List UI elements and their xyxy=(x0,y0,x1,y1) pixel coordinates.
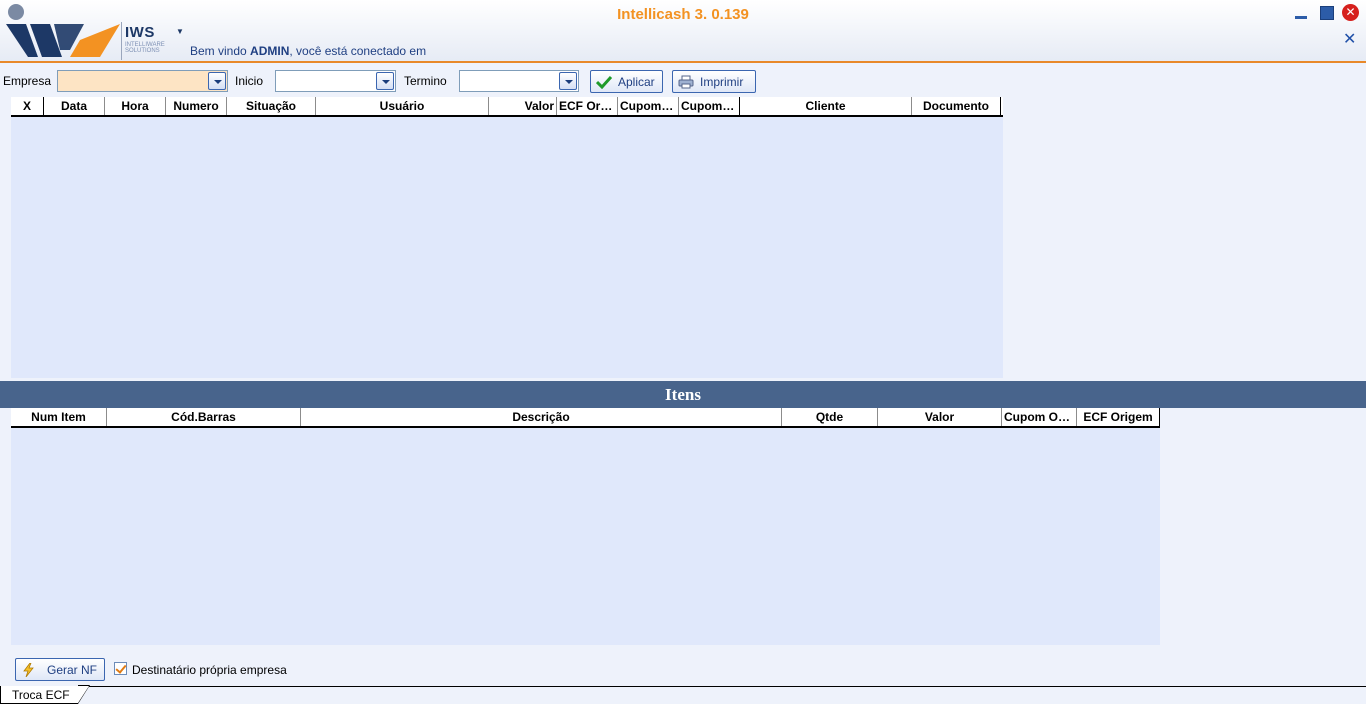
chevron-down-icon[interactable] xyxy=(559,72,577,90)
welcome-prefix: Bem vindo xyxy=(190,44,251,58)
aplicar-label: Aplicar xyxy=(618,74,655,89)
aplicar-button[interactable]: Aplicar xyxy=(590,70,663,93)
checkmark-icon xyxy=(596,75,612,89)
col-ecf-origem-item[interactable]: ECF Origem xyxy=(1077,408,1160,426)
chevron-down-icon[interactable] xyxy=(208,72,226,90)
trocas-grid-header: X Data Hora Numero Situação Usuário Valo… xyxy=(11,97,1003,117)
inicio-label: Inicio xyxy=(235,74,264,88)
col-data[interactable]: Data xyxy=(44,97,105,115)
destinatario-checkbox[interactable] xyxy=(114,662,127,675)
welcome-message: Bem vindo ADMIN, você está conectado em xyxy=(190,44,426,58)
trocas-grid[interactable]: X Data Hora Numero Situação Usuário Valo… xyxy=(11,97,1003,378)
gerar-nf-label: Gerar NF xyxy=(47,662,98,677)
col-descricao[interactable]: Descrição xyxy=(301,408,782,426)
col-cod-barras[interactable]: Cód.Barras xyxy=(107,408,301,426)
inicio-date-picker[interactable] xyxy=(275,70,396,92)
col-item-valor[interactable]: Valor xyxy=(878,408,1002,426)
empresa-combo[interactable] xyxy=(57,70,228,92)
chevron-down-icon[interactable] xyxy=(376,72,394,90)
logo-text: IWS xyxy=(125,24,155,41)
itens-grid-header: Num Item Cód.Barras Descrição Qtde Valor… xyxy=(11,408,1160,428)
col-hora[interactable]: Hora xyxy=(105,97,166,115)
col-situacao[interactable]: Situação xyxy=(227,97,316,115)
col-documento[interactable]: Documento xyxy=(912,97,1001,115)
app-title: Intellicash 3. 0.139 xyxy=(617,6,749,23)
col-ecf-origem[interactable]: ECF Origem xyxy=(557,97,618,115)
tab-troca-ecf-label: Troca ECF xyxy=(12,688,70,702)
col-qtde[interactable]: Qtde xyxy=(782,408,878,426)
termino-date-picker[interactable] xyxy=(459,70,579,92)
col-valor[interactable]: Valor xyxy=(489,97,557,115)
lightning-icon xyxy=(23,662,34,677)
app-header: IWS INTELLIWARE SOLUTIONS ▼ Intellicash … xyxy=(0,0,1366,63)
imprimir-label: Imprimir xyxy=(700,74,744,89)
destinatario-label: Destinatário própria empresa xyxy=(132,663,287,677)
minimize-icon[interactable] xyxy=(1293,5,1309,21)
col-usuario[interactable]: Usuário xyxy=(316,97,489,115)
empresa-label: Empresa xyxy=(3,74,52,88)
col-cupom-origem-item[interactable]: Cupom Origem xyxy=(1002,408,1077,426)
col-numero[interactable]: Numero xyxy=(166,97,227,115)
tab-strip-line xyxy=(0,686,1366,687)
close-circle-icon[interactable]: ✕ xyxy=(1342,4,1359,21)
col-num-item[interactable]: Num Item xyxy=(11,408,107,426)
imprimir-button[interactable]: Imprimir xyxy=(672,70,756,93)
tab-troca-ecf[interactable]: Troca ECF xyxy=(0,685,90,704)
logo-subtext: INTELLIWARE SOLUTIONS xyxy=(125,42,165,54)
welcome-suffix: , você está conectado em xyxy=(289,44,427,58)
close-x-icon[interactable]: ✕ xyxy=(1343,31,1356,47)
maximize-icon[interactable] xyxy=(1318,5,1334,21)
col-cupom-troca[interactable]: Cupom Troca xyxy=(679,97,740,115)
termino-label: Termino xyxy=(404,74,447,88)
itens-section-title: Itens xyxy=(0,381,1366,408)
itens-grid[interactable]: Num Item Cód.Barras Descrição Qtde Valor… xyxy=(11,408,1160,645)
printer-icon xyxy=(678,75,694,88)
col-cupom-origem[interactable]: Cupom Origem xyxy=(618,97,679,115)
col-x[interactable]: X xyxy=(11,97,44,115)
gerar-nf-button[interactable]: Gerar NF xyxy=(15,658,105,681)
col-cliente[interactable]: Cliente xyxy=(740,97,912,115)
logo-menu-arrow-icon[interactable]: ▼ xyxy=(176,27,184,36)
user-name: ADMIN xyxy=(250,44,290,58)
